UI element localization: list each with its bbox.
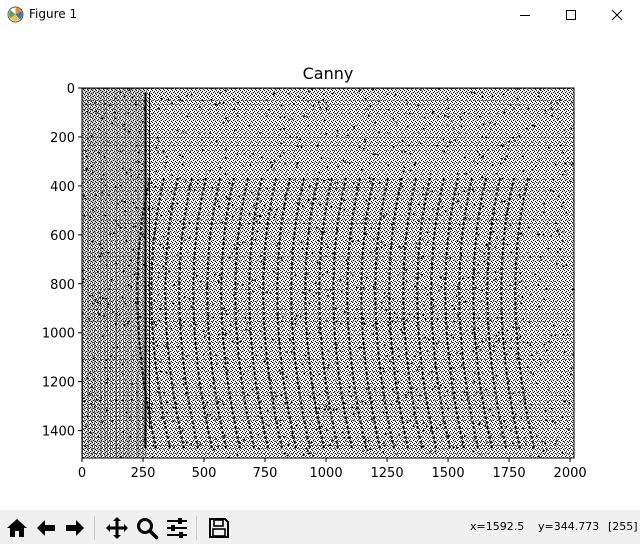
x-tick-label: 1500 <box>432 466 465 481</box>
matplotlib-icon <box>7 6 24 23</box>
y-tick-label: 800 <box>50 278 75 293</box>
window-title: Figure 1 <box>29 7 78 21</box>
zoom-button[interactable] <box>133 514 161 542</box>
y-tick-label: 400 <box>50 180 75 195</box>
x-axis: 0 250 500 750 1000 1250 1500 1750 2000 <box>78 458 587 481</box>
canny-plot[interactable]: Canny 0 250 500 750 1000 1250 1500 1750 2000 0 20… <box>0 30 640 510</box>
maximize-button[interactable] <box>548 0 594 30</box>
x-tick-label: 750 <box>253 466 278 481</box>
x-tick-label: 1250 <box>371 466 404 481</box>
minimize-icon <box>520 15 530 16</box>
close-icon <box>611 9 623 21</box>
back-arrow-icon <box>37 520 55 536</box>
home-icon <box>7 519 27 537</box>
pan-button[interactable] <box>103 514 131 542</box>
y-tick-label: 600 <box>50 229 75 244</box>
home-button[interactable] <box>3 514 31 542</box>
title-bar[interactable]: Figure 1 <box>0 0 640 30</box>
forward-button[interactable] <box>61 514 89 542</box>
cursor-y-readout: y=344.773 <box>538 520 600 533</box>
save-button[interactable] <box>205 514 233 542</box>
navigation-toolbar: x=1592.5 y=344.773 [255] <box>0 510 640 544</box>
floppy-disk-icon <box>209 518 229 538</box>
x-tick-label: 2000 <box>554 466 587 481</box>
magnifier-icon <box>137 518 159 540</box>
y-tick-label: 200 <box>50 131 75 146</box>
y-tick-label: 1200 <box>42 376 75 391</box>
toolbar-separator <box>196 516 197 540</box>
figure-window: Figure 1 Canny 0 250 500 750 1000 1250 1… <box>0 0 640 544</box>
x-tick-label: 1750 <box>493 466 526 481</box>
y-tick-label: 1000 <box>42 327 75 342</box>
forward-arrow-icon <box>66 520 84 536</box>
x-tick-label: 1000 <box>310 466 343 481</box>
y-tick-label: 0 <box>67 82 75 97</box>
x-tick-label: 500 <box>192 466 217 481</box>
y-axis: 0 200 400 600 800 1000 1200 1400 <box>42 82 82 440</box>
configure-button[interactable] <box>163 514 191 542</box>
move-icon <box>106 517 128 539</box>
y-tick-label: 1400 <box>42 425 75 440</box>
maximize-icon <box>566 10 576 20</box>
minimize-button[interactable] <box>502 0 548 30</box>
pixel-value-readout: [255] <box>608 520 638 533</box>
figure-canvas[interactable]: Canny 0 250 500 750 1000 1250 1500 1750 2000 0 20… <box>0 30 640 510</box>
x-tick-label: 0 <box>78 466 86 481</box>
axes-title: Canny <box>303 64 354 83</box>
close-button[interactable] <box>594 0 640 30</box>
cursor-x-readout: x=1592.5 <box>470 520 525 533</box>
sliders-icon <box>167 518 187 538</box>
back-button[interactable] <box>32 514 60 542</box>
toolbar-separator <box>94 516 95 540</box>
x-tick-label: 250 <box>131 466 156 481</box>
